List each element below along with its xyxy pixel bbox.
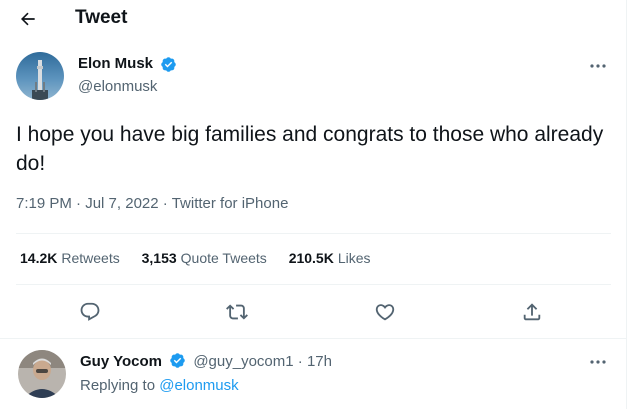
arrow-left-icon <box>21 12 35 26</box>
quote-tweets-stat[interactable]: 3,153 Quote Tweets <box>142 250 267 266</box>
share-icon <box>523 303 541 321</box>
header: Tweet <box>0 0 627 38</box>
verified-badge-icon <box>170 353 185 368</box>
like-icon <box>375 304 395 321</box>
share-button[interactable] <box>518 298 546 326</box>
back-button[interactable] <box>14 5 42 33</box>
tweet-date[interactable]: Jul 7, 2022 <box>85 195 158 212</box>
divider <box>16 284 611 285</box>
tweet-page: Tweet Elon Musk @elonmusk I hope you hav… <box>0 0 627 409</box>
likes-label: Likes <box>337 250 371 266</box>
tweet-text: I hope you have big families and congrat… <box>16 123 604 175</box>
tweet-source[interactable]: Twitter for iPhone <box>172 195 289 212</box>
reply-more-options-button[interactable] <box>586 354 610 370</box>
divider <box>16 233 611 234</box>
divider <box>0 338 627 339</box>
reply-header: Guy Yocom @guy_yocom1 · 17h <box>80 352 332 370</box>
author-handle[interactable]: @elonmusk <box>78 78 157 95</box>
retweets-label: Retweets <box>61 250 120 266</box>
like-button[interactable] <box>371 298 399 326</box>
retweets-count: 14.2K <box>20 250 58 266</box>
reply-author-avatar[interactable] <box>18 350 66 398</box>
reply-author-handle[interactable]: @guy_yocom1 <box>193 353 293 370</box>
tweet-time[interactable]: 7:19 PM <box>16 195 72 212</box>
reply-author-name[interactable]: Guy Yocom <box>80 353 162 370</box>
author-name[interactable]: Elon Musk <box>78 55 153 72</box>
meta-separator: · <box>162 195 168 212</box>
meta-separator: · <box>76 195 82 212</box>
more-options-button[interactable] <box>586 58 610 74</box>
more-dots-icon <box>590 64 606 68</box>
avatar-image <box>16 52 64 100</box>
replying-to: Replying to @elonmusk <box>80 377 239 394</box>
tweet-stats: 14.2K Retweets 3,153 Quote Tweets 210.5K Li… <box>20 250 389 266</box>
retweets-stat[interactable]: 14.2K Retweets <box>20 250 120 266</box>
retweet-button[interactable] <box>223 298 251 326</box>
page-title: Tweet <box>75 7 128 28</box>
quote-tweets-label: Quote Tweets <box>180 250 267 266</box>
retweet-icon <box>226 304 248 320</box>
tweet-actions <box>0 298 627 326</box>
quote-tweets-count: 3,153 <box>141 250 177 266</box>
author-avatar[interactable] <box>16 52 64 100</box>
avatar-image <box>18 350 66 398</box>
reply-button[interactable] <box>76 298 104 326</box>
verified-badge-icon <box>161 57 176 72</box>
likes-stat[interactable]: 210.5K Likes <box>289 250 371 266</box>
replying-to-mention[interactable]: @elonmusk <box>159 377 238 394</box>
reply-icon <box>80 302 100 321</box>
replying-to-prefix: Replying to <box>80 377 156 394</box>
more-dots-icon <box>590 360 606 364</box>
likes-count: 210.5K <box>288 250 334 266</box>
reply-time[interactable]: 17h <box>307 353 332 370</box>
tweet-meta: 7:19 PM · Jul 7, 2022 · Twitter for iPho… <box>16 195 288 212</box>
reply-separator: · <box>297 353 303 370</box>
